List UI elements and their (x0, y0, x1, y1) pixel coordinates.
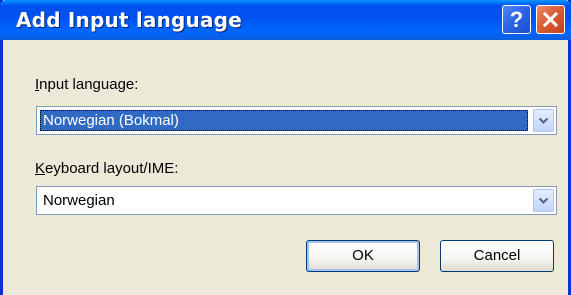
title-bar[interactable]: Add Input language ? (0, 0, 571, 40)
chevron-down-icon (538, 117, 549, 124)
keyboard-layout-dropdown-button[interactable] (533, 189, 554, 212)
close-icon (542, 11, 559, 28)
keyboard-layout-value: Norwegian (43, 192, 115, 209)
input-language-label-text: nput language: (39, 76, 139, 93)
close-button[interactable] (536, 5, 565, 34)
input-language-value: Norwegian (Bokmal) (40, 110, 528, 131)
keyboard-layout-label: Keyboard layout/IME: (35, 160, 178, 177)
input-language-dropdown-button[interactable] (533, 109, 554, 132)
keyboard-layout-label-text: eyboard layout/IME: (45, 160, 179, 177)
window-title: Add Input language (16, 8, 242, 32)
input-language-label: Input language: (35, 76, 138, 93)
add-input-language-dialog: Add Input language ? Input language: Nor… (0, 0, 571, 295)
ok-button[interactable]: OK (306, 240, 420, 272)
keyboard-layout-dropdown[interactable]: Norwegian (36, 186, 557, 215)
input-language-dropdown[interactable]: Norwegian (Bokmal) (36, 106, 557, 135)
chevron-down-icon (538, 197, 549, 204)
cancel-button[interactable]: Cancel (440, 240, 554, 272)
help-icon: ? (509, 6, 524, 32)
keyboard-layout-accel: K (35, 160, 46, 177)
help-button[interactable]: ? (502, 5, 531, 34)
